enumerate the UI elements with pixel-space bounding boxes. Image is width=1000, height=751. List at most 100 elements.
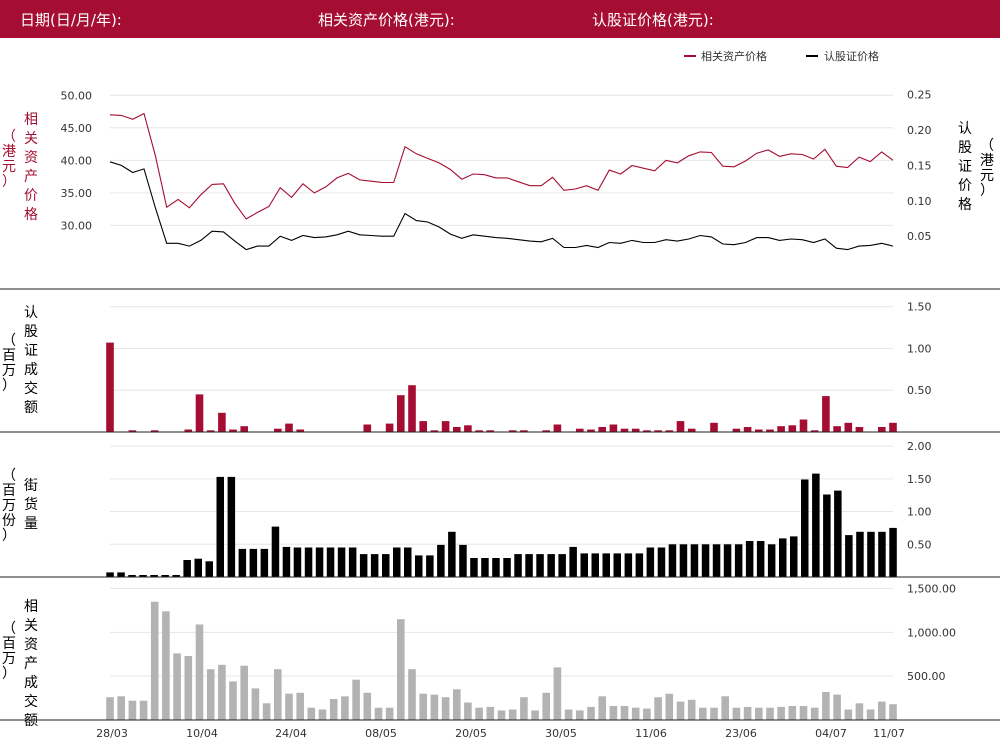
warrant-turnover-bar bbox=[844, 422, 853, 432]
underlying-turnover-bar bbox=[352, 679, 360, 720]
outstanding-quantity-bar bbox=[613, 553, 621, 577]
underlying-turnover-bar bbox=[341, 696, 349, 720]
underlying-turnover-bar bbox=[206, 669, 215, 720]
outstanding-quantity-bar bbox=[481, 558, 489, 577]
outstanding-quantity-tick-label: 1.00 bbox=[907, 506, 932, 519]
outstanding-quantity-bar bbox=[304, 547, 313, 577]
outstanding-quantity-bar bbox=[536, 554, 544, 577]
underlying-turnover-bar bbox=[665, 693, 674, 720]
left-axis-unit: 港 bbox=[2, 144, 16, 160]
outstanding-quantity-bar bbox=[812, 473, 820, 577]
warrant-turnover-bar bbox=[408, 385, 416, 432]
underlying-turnover-bar bbox=[195, 624, 204, 720]
underlying-turnover-bar bbox=[799, 706, 808, 720]
outstanding-quantity-bar bbox=[238, 548, 247, 577]
underlying-turnover-bar bbox=[810, 707, 819, 720]
underlying-turnover-tick-label: 500.00 bbox=[907, 670, 946, 683]
outstanding-quantity-bar bbox=[679, 544, 688, 577]
underlying-price-line bbox=[109, 112, 894, 220]
outstanding-quantity-bar bbox=[326, 547, 335, 577]
x-axis-tick-label: 10/04 bbox=[186, 727, 218, 740]
x-axis-tick-label: 11/07 bbox=[873, 727, 905, 740]
outstanding-quantity-bar bbox=[790, 536, 798, 577]
x-axis-tick-label: 23/06 bbox=[725, 727, 757, 740]
outstanding-quantity-bar bbox=[756, 541, 765, 577]
underlying-turnover-bar bbox=[173, 653, 181, 720]
outstanding-quantity-bar bbox=[723, 544, 732, 577]
x-axis-tick-label: 04/07 bbox=[815, 727, 847, 740]
underlying-turnover-bar bbox=[844, 709, 853, 720]
underlying-turnover-bar bbox=[441, 697, 450, 720]
right-axis-unit: （ bbox=[980, 138, 994, 154]
warrant-turnover-axis-unit: ） bbox=[2, 378, 16, 394]
left-axis-title: 相 bbox=[24, 112, 38, 128]
outstanding-quantity-bar bbox=[426, 555, 434, 577]
outstanding-quantity-bar bbox=[823, 494, 831, 577]
header-bar: 日期(日/月/年): 相关资产价格(港元): 认股证价格(港元): bbox=[0, 0, 1000, 38]
outstanding-quantity-bar bbox=[801, 479, 809, 577]
underlying-turnover-bar bbox=[620, 706, 629, 720]
outstanding-quantity-bar bbox=[183, 560, 191, 577]
left-axis-tick-label: 30.00 bbox=[61, 219, 93, 232]
outstanding-quantity-bar bbox=[282, 546, 291, 577]
legend-underlying-label: 相关资产价格 bbox=[701, 49, 767, 63]
outstanding-quantity-bar bbox=[404, 547, 412, 577]
underlying-turnover-bar bbox=[397, 619, 405, 720]
warrant-turnover-bar bbox=[833, 426, 841, 432]
left-axis-title: 价 bbox=[24, 188, 38, 204]
right-axis-title: 格 bbox=[958, 197, 972, 213]
left-axis-tick-label: 45.00 bbox=[61, 122, 93, 135]
warrant-turnover-bar bbox=[195, 394, 204, 432]
underlying-turnover-bar bbox=[710, 707, 718, 720]
underlying-turnover-axis-title: 成 bbox=[24, 675, 38, 691]
underlying-turnover-bar bbox=[743, 706, 752, 720]
outstanding-quantity-axis-title: 量 bbox=[24, 516, 38, 532]
warrant-turnover-tick-label: 1.00 bbox=[907, 342, 932, 355]
outstanding-quantity-bar bbox=[227, 476, 236, 577]
warrant-turnover-bar bbox=[363, 424, 372, 432]
right-axis-tick-label: 0.20 bbox=[907, 124, 932, 137]
warrant-turnover-bar bbox=[453, 427, 461, 432]
left-axis-title: 产 bbox=[24, 169, 38, 185]
underlying-turnover-bar bbox=[687, 699, 696, 720]
outstanding-quantity-bar bbox=[547, 554, 555, 577]
outstanding-quantity-bar bbox=[624, 553, 633, 577]
outstanding-quantity-bar bbox=[315, 547, 324, 577]
underlying-turnover-bar bbox=[755, 707, 763, 720]
legend-warrant-label: 认股证价格 bbox=[824, 49, 879, 63]
warrant-turnover-bar bbox=[777, 426, 785, 432]
outstanding-quantity-bar bbox=[635, 553, 644, 577]
right-axis-tick-label: 0.25 bbox=[907, 89, 932, 102]
left-axis-unit: （ bbox=[2, 129, 16, 145]
warrant-turnover-bar bbox=[285, 423, 293, 432]
outstanding-quantity-bar bbox=[690, 544, 699, 577]
outstanding-quantity-bar bbox=[734, 544, 743, 577]
underlying-turnover-axis-title: 资 bbox=[24, 637, 38, 653]
right-axis-tick-label: 0.10 bbox=[907, 195, 932, 208]
underlying-turnover-bar bbox=[307, 707, 316, 720]
warrant-turnover-axis-title: 股 bbox=[24, 324, 38, 340]
outstanding-quantity-axis-title: 街 bbox=[24, 478, 38, 494]
outstanding-quantity-bar bbox=[271, 526, 280, 577]
underlying-turnover-bar bbox=[676, 701, 685, 720]
warrant-turnover-bar bbox=[598, 427, 606, 432]
warrant-turnover-bar bbox=[799, 419, 808, 432]
underlying-turnover-axis-unit: 万 bbox=[2, 651, 16, 667]
outstanding-quantity-tick-label: 2.00 bbox=[907, 440, 932, 453]
warrant-turnover-bar bbox=[743, 427, 752, 432]
underlying-turnover-axis-title: 相 bbox=[24, 599, 38, 615]
warrant-turnover-bar bbox=[419, 421, 427, 432]
underlying-turnover-bar bbox=[721, 696, 729, 720]
underlying-turnover-axis-unit: ） bbox=[2, 666, 16, 682]
left-axis-tick-label: 50.00 bbox=[61, 89, 93, 102]
warrant-turnover-bar bbox=[676, 421, 685, 432]
outstanding-quantity-bar bbox=[878, 531, 886, 577]
underlying-turnover-bar bbox=[262, 703, 271, 720]
outstanding-quantity-axis-unit: 份 bbox=[2, 513, 16, 529]
warrant-turnover-axis-title: 交 bbox=[24, 380, 38, 397]
warrant-turnover-bar bbox=[240, 426, 248, 432]
outstanding-quantity-bar bbox=[745, 541, 754, 577]
warrant-turnover-bar bbox=[441, 421, 450, 432]
underlying-turnover-bar bbox=[229, 681, 237, 720]
outstanding-quantity-bar bbox=[415, 555, 423, 577]
